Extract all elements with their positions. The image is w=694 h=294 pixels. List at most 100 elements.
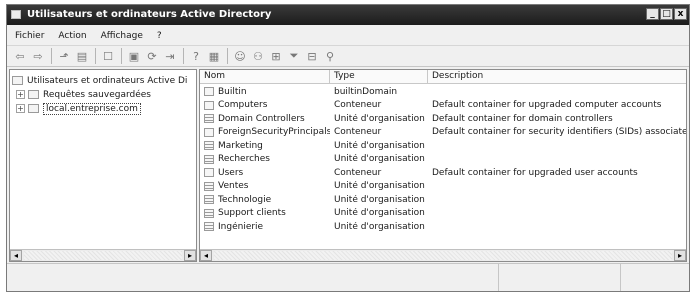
scroll-left-icon[interactable]: ◂	[200, 250, 212, 261]
scroll-right-icon[interactable]: ▸	[674, 250, 686, 261]
item-name: Users	[218, 167, 244, 178]
expand-icon[interactable]: +	[16, 104, 25, 113]
item-description: Default container for upgraded user acco…	[432, 167, 638, 178]
properties-icon[interactable]: ▣	[127, 49, 141, 63]
toolbar-separator	[51, 48, 52, 64]
column-header-name[interactable]: Nom	[200, 70, 330, 84]
console-panes: Utilisateurs et ordinateurs Active Di + …	[9, 69, 687, 262]
toolbar: ⇦ ⇨ ⬏ ▤ ☐ ▣ ⟳ ⇥ ? ▦ ☺ ⚇ ⊞ ⏷ ⊟ ⚲	[7, 45, 689, 67]
tree-root-label: Utilisateurs et ordinateurs Active Di	[27, 75, 188, 86]
back-arrow-icon[interactable]: ⇦	[13, 49, 27, 63]
list-item[interactable]: Ingénierie Unité d'organisation	[200, 220, 686, 234]
item-type: Unité d'organisation	[334, 208, 425, 219]
tree-item-label: Requêtes sauvegardées	[43, 89, 151, 100]
scroll-track[interactable]	[214, 251, 672, 260]
menu-action[interactable]: Action	[58, 31, 86, 41]
list-item[interactable]: Ventes Unité d'organisation	[200, 180, 686, 194]
scroll-left-icon[interactable]: ◂	[10, 250, 22, 261]
menu-affichage[interactable]: Affichage	[101, 31, 143, 41]
item-type: Conteneur	[334, 167, 382, 178]
filter-icon[interactable]: ⏷	[287, 49, 301, 63]
item-name: Marketing	[218, 140, 263, 151]
ou-icon	[204, 195, 214, 205]
app-icon	[11, 10, 21, 19]
item-type: builtinDomain	[334, 86, 398, 97]
ou-icon	[204, 208, 214, 218]
tree-root[interactable]: Utilisateurs et ordinateurs Active Di	[12, 74, 187, 87]
list-item[interactable]: Marketing Unité d'organisation	[200, 139, 686, 153]
column-header-description[interactable]: Description	[428, 70, 686, 84]
tree-item-saved-queries[interactable]: + Requêtes sauvegardées	[16, 88, 151, 101]
refresh-icon[interactable]: ⟳	[145, 49, 159, 63]
domain-icon	[28, 104, 39, 113]
maximize-button[interactable]: □	[660, 8, 673, 20]
list-item[interactable]: Builtin builtinDomain	[200, 85, 686, 99]
container-icon	[204, 127, 214, 137]
ou-icon	[204, 114, 214, 124]
console-icon[interactable]: ▦	[207, 49, 221, 63]
find-users-icon[interactable]: ⚲	[323, 49, 337, 63]
container-icon	[204, 100, 214, 110]
menu-fichier[interactable]: Fichier	[15, 31, 44, 41]
item-name: Ventes	[218, 181, 249, 192]
export-list-icon[interactable]: ⇥	[163, 49, 177, 63]
scroll-track[interactable]	[24, 251, 182, 260]
help-icon[interactable]: ?	[189, 49, 203, 63]
list-item[interactable]: Recherches Unité d'organisation	[200, 153, 686, 167]
window-controls: _ □ x	[646, 8, 687, 20]
list-item[interactable]: Users Conteneur Default container for up…	[200, 166, 686, 180]
new-user-icon[interactable]: ☺	[233, 49, 247, 63]
status-segment	[7, 264, 499, 291]
list-item[interactable]: Technologie Unité d'organisation	[200, 193, 686, 207]
list-item[interactable]: Computers Conteneur Default container fo…	[200, 99, 686, 113]
object-list: Builtin builtinDomain Computers Conteneu…	[200, 85, 686, 234]
forward-arrow-icon[interactable]: ⇨	[31, 49, 45, 63]
list-item[interactable]: Support clients Unité d'organisation	[200, 207, 686, 221]
window-title: Utilisateurs et ordinateurs Active Direc…	[27, 9, 272, 20]
item-name: ForeignSecurityPrincipals	[218, 127, 330, 138]
item-name: Support clients	[218, 208, 286, 219]
item-type: Unité d'organisation	[334, 140, 425, 151]
delete-icon[interactable]: ☐	[101, 49, 115, 63]
list-horizontal-scrollbar[interactable]: ◂ ▸	[200, 249, 686, 261]
list-header: Nom Type Description	[200, 70, 686, 84]
list-item[interactable]: ForeignSecurityPrincipals Conteneur Defa…	[200, 126, 686, 140]
tree-pane: Utilisateurs et ordinateurs Active Di + …	[9, 69, 197, 262]
status-segment	[621, 264, 689, 291]
console-root-icon	[12, 76, 23, 85]
ou-icon	[204, 154, 214, 164]
up-folder-icon[interactable]: ⬏	[57, 49, 71, 63]
item-type: Unité d'organisation	[334, 194, 425, 205]
status-segment	[499, 264, 621, 291]
title-bar[interactable]: Utilisateurs et ordinateurs Active Direc…	[7, 5, 689, 25]
toolbar-separator	[95, 48, 96, 64]
toolbar-separator	[227, 48, 228, 64]
menu-bar: Fichier Action Affichage ?	[7, 26, 689, 45]
menu-help[interactable]: ?	[157, 31, 162, 41]
expand-icon[interactable]: +	[16, 90, 25, 99]
tree-item-label: local.entreprise.com	[43, 102, 141, 115]
ou-icon	[204, 222, 214, 232]
column-header-type[interactable]: Type	[330, 70, 428, 84]
scroll-right-icon[interactable]: ▸	[184, 250, 196, 261]
new-ou-icon[interactable]: ⊞	[269, 49, 283, 63]
close-button[interactable]: x	[674, 8, 687, 20]
details-pane: Nom Type Description Builtin builtinDoma…	[199, 69, 687, 262]
tree-item-domain[interactable]: + local.entreprise.com	[16, 102, 141, 115]
container-icon	[204, 168, 214, 178]
folder-icon	[28, 90, 39, 99]
tree-horizontal-scrollbar[interactable]: ◂ ▸	[10, 249, 196, 261]
list-item[interactable]: Domain Controllers Unité d'organisation …	[200, 112, 686, 126]
toolbar-separator	[121, 48, 122, 64]
item-name: Recherches	[218, 154, 270, 165]
item-name: Computers	[218, 100, 268, 111]
new-group-icon[interactable]: ⚇	[251, 49, 265, 63]
minimize-button[interactable]: _	[646, 8, 659, 20]
item-name: Domain Controllers	[218, 113, 305, 124]
container-icon	[204, 87, 214, 97]
item-type: Conteneur	[334, 100, 382, 111]
add-to-group-icon[interactable]: ⊟	[305, 49, 319, 63]
item-name: Technologie	[218, 194, 272, 205]
item-type: Unité d'organisation	[334, 221, 425, 232]
show-hide-tree-icon[interactable]: ▤	[75, 49, 89, 63]
